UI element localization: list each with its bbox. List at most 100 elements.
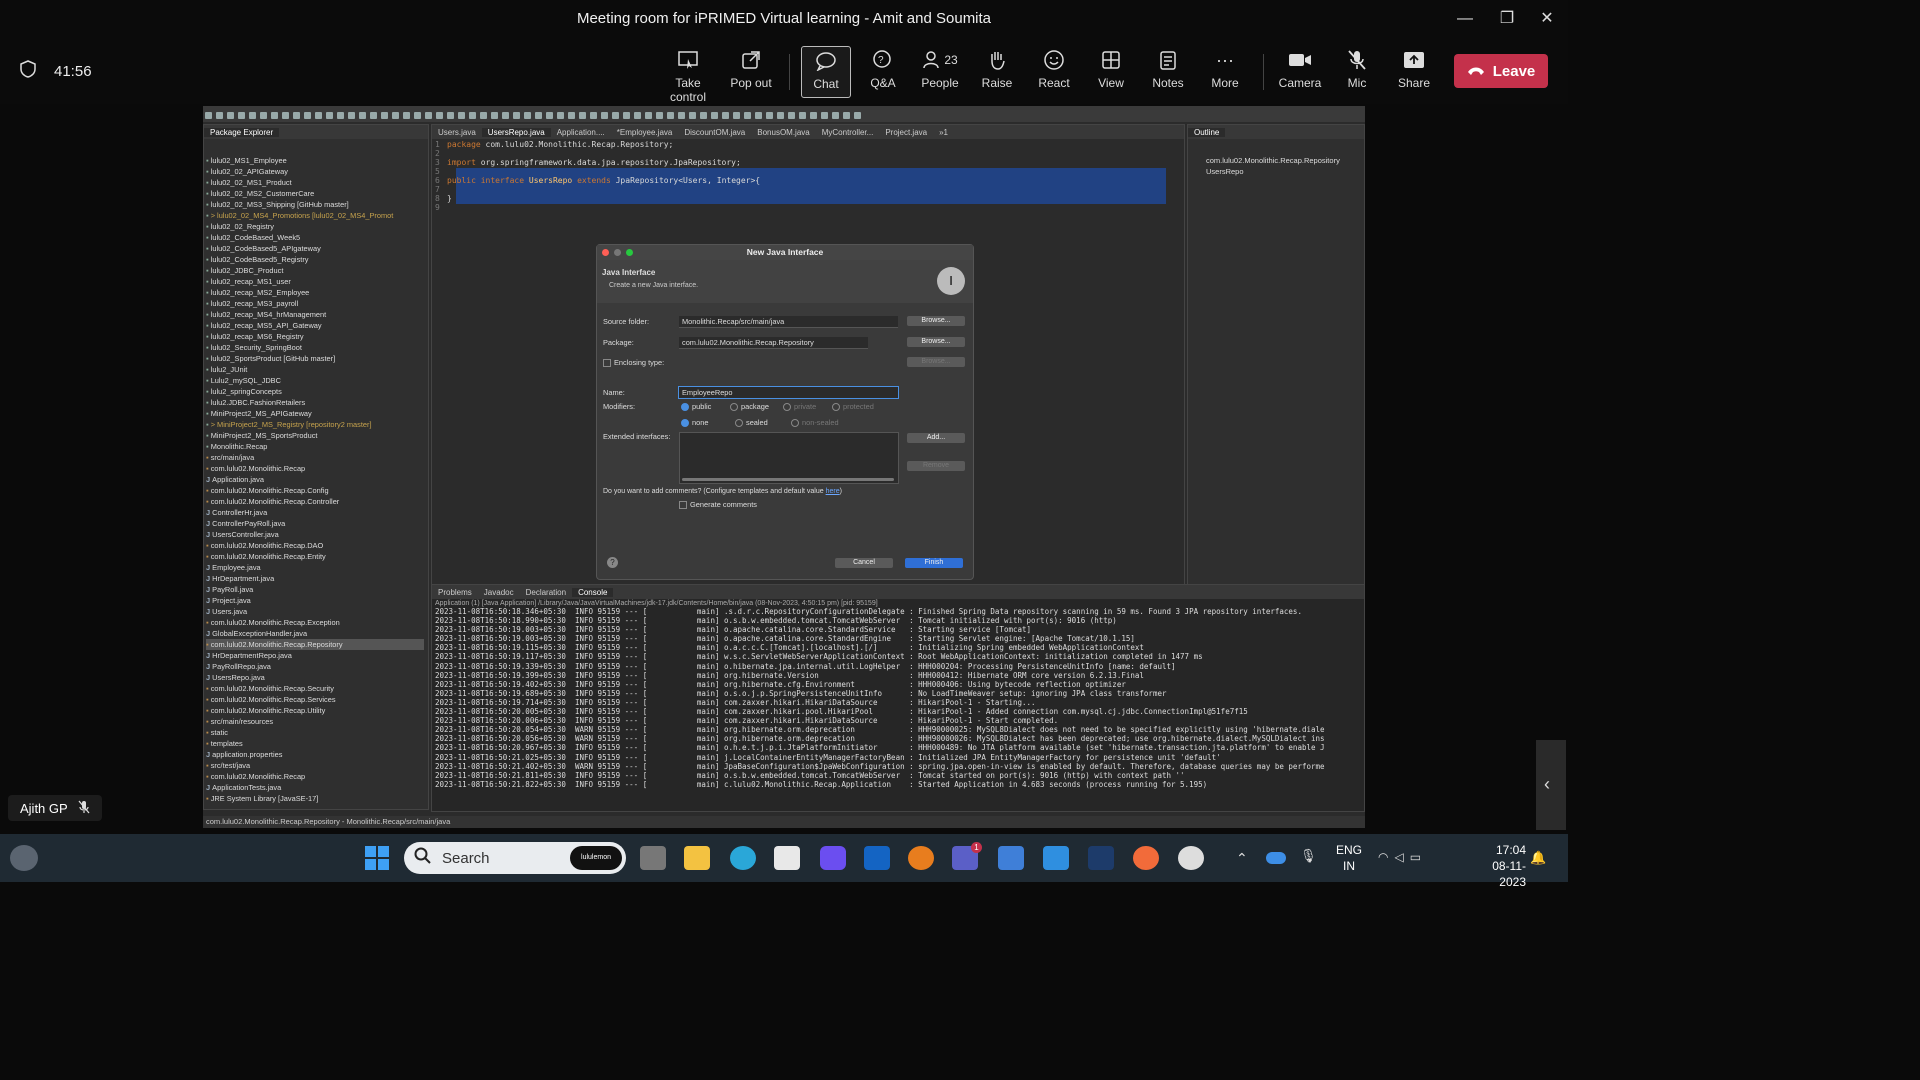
list-scrollbar[interactable] [682,478,894,481]
cancel-button[interactable]: Cancel [835,558,893,568]
weather-icon[interactable] [10,845,38,871]
tree-item[interactable]: lulu02_Security_SpringBoot [206,342,424,353]
view-button[interactable]: View [1083,46,1139,96]
tree-item[interactable]: src/test/java [206,760,424,771]
react-button[interactable]: React [1026,46,1082,96]
tree-item[interactable]: UsersController.java [206,529,424,540]
copilot-icon[interactable] [820,846,846,870]
windows-start-icon[interactable] [364,845,390,876]
qa-button[interactable]: ? Q&A [855,46,911,96]
editor-tab[interactable]: *Employee.java [611,128,679,137]
microsoft-store-icon[interactable] [774,846,800,870]
onedrive-icon[interactable] [1266,852,1286,864]
tree-item[interactable]: lulu02_02_MS2_CustomerCare [206,188,424,199]
outlook-icon[interactable] [864,846,890,870]
raise-hand-button[interactable]: Raise [969,46,1025,96]
take-control-button[interactable]: Take control [657,46,719,104]
editor-tab[interactable]: Project.java [879,128,933,137]
edge-browser-icon[interactable] [730,846,756,870]
tree-item[interactable]: Lulu2_mySQL_JDBC [206,375,424,386]
tree-item[interactable]: > lulu02_02_MS4_Promotions [lulu02_02_MS… [206,210,424,221]
dialog-zoom-button[interactable] [626,249,633,256]
editor-tab[interactable]: Users.java [432,128,482,137]
tree-item[interactable]: application.properties [206,749,424,760]
tree-item[interactable]: HrDepartment.java [206,573,424,584]
tree-item[interactable]: lulu02_recap_MS2_Employee [206,287,424,298]
dialog-minimize-button[interactable] [614,249,621,256]
tree-item[interactable]: lulu02_CodeBased5_Registry [206,254,424,265]
editor-tab[interactable]: UsersRepo.java [481,127,551,137]
tree-item[interactable]: lulu02_02_Registry [206,221,424,232]
code-line[interactable]: 9 [435,203,760,212]
tree-item[interactable]: com.lulu02.Monolithic.Recap [206,771,424,782]
close-button[interactable]: ✕ [1532,8,1562,30]
tree-item[interactable]: Monolithic.Recap [206,441,424,452]
code-line[interactable]: 3 import org.springframework.data.jpa.rep… [435,158,760,167]
modifier-sealed-radio[interactable]: sealed [735,417,768,428]
code-line[interactable]: 6 public interface UsersRepo extends JpaR… [435,176,760,185]
terminal-app-icon[interactable] [1088,846,1114,870]
tree-item[interactable]: MiniProject2_MS_SportsProduct [206,430,424,441]
modifier-private-radio[interactable]: private [783,401,816,412]
tree-item[interactable]: lulu02_recap_MS3_payroll [206,298,424,309]
console-tab[interactable]: Console [572,587,614,597]
tree-item[interactable]: Project.java [206,595,424,606]
chevron-up-icon[interactable]: ⌃ [1236,850,1248,867]
postman-icon[interactable] [1133,846,1159,870]
taskbar-clock[interactable]: 17:04 08-11-2023 [1470,842,1526,890]
language-indicator[interactable]: ENG IN [1336,842,1362,874]
tree-item[interactable]: com.lulu02.Monolithic.Recap.Utility [206,705,424,716]
teams-icon[interactable]: 1 [952,842,982,870]
tree-item[interactable]: lulu02_02_APIGateway [206,166,424,177]
modifier-package-radio[interactable]: package [730,401,769,412]
tree-item[interactable]: com.lulu02.Monolithic.Recap.Services [206,694,424,705]
tree-item[interactable]: MiniProject2_MS_APIGateway [206,408,424,419]
tree-item[interactable]: lulu02_recap_MS6_Registry [206,331,424,342]
tree-item[interactable]: PayRollRepo.java [206,661,424,672]
outline-item-usersrepo[interactable]: UsersRepo [1206,166,1340,177]
tree-item[interactable]: UsersRepo.java [206,672,424,683]
tree-item[interactable]: src/main/resources [206,716,424,727]
tree-item[interactable]: GlobalExceptionHandler.java [206,628,424,639]
tree-item[interactable]: ControllerPayRoll.java [206,518,424,529]
browse-enclosing-button[interactable]: Browse... [907,357,965,367]
tree-item[interactable]: ApplicationTests.java [206,782,424,793]
pop-out-button[interactable]: Pop out [723,46,779,96]
notepad-icon[interactable] [998,846,1024,870]
tree-item[interactable]: HrDepartmentRepo.java [206,650,424,661]
console-tab[interactable]: Declaration [520,588,572,597]
browse-source-folder-button[interactable]: Browse... [907,316,965,326]
modifier-none-radio[interactable]: none [681,417,708,428]
tree-item[interactable]: ControllerHr.java [206,507,424,518]
tree-item[interactable]: lulu02_recap_MS1_user [206,276,424,287]
camera-button[interactable]: Camera [1272,46,1328,96]
editor-tab[interactable]: »1 [933,128,954,137]
taskbar-search-box[interactable]: Search lululemon [404,842,626,874]
tree-item[interactable]: lulu02_CodeBased5_APIgateway [206,243,424,254]
chat-button[interactable]: Chat [801,46,851,98]
tree-item[interactable]: lulu02_CodeBased_Week5 [206,232,424,243]
console-tab[interactable]: Problems [432,588,478,597]
tree-item[interactable]: lulu02_recap_MS4_hrManagement [206,309,424,320]
dialog-close-button[interactable] [602,249,609,256]
tab-package-explorer[interactable]: Package Explorer [204,127,280,137]
extended-interfaces-list[interactable] [679,432,899,484]
tree-item[interactable]: lulu02_02_MS1_Product [206,177,424,188]
side-panel-toggle[interactable]: ‹ [1536,740,1566,830]
package-field[interactable]: com.lulu02.Monolithic.Recap.Repository [679,337,868,349]
finish-button[interactable]: Finish [905,558,963,568]
modifier-protected-radio[interactable]: protected [832,401,874,412]
modifier-public-radio[interactable]: public [681,401,711,412]
tree-item[interactable]: src/main/java [206,452,424,463]
tree-item[interactable]: com.lulu02.Monolithic.Recap.Exception [206,617,424,628]
editor-tab[interactable]: MyController... [816,128,880,137]
code-line[interactable]: 5 [435,167,760,176]
code-line[interactable]: 1 package com.lulu02.Monolithic.Recap.Rep… [435,140,760,149]
tree-item[interactable]: com.lulu02.Monolithic.Recap [206,463,424,474]
people-button[interactable]: 23 People [912,46,968,96]
comments-config-link[interactable]: here [826,488,840,495]
tree-item[interactable]: lulu2_springConcepts [206,386,424,397]
leave-button[interactable]: Leave [1454,54,1548,88]
eclipse-icon[interactable] [1178,846,1204,870]
outline-item-package[interactable]: com.lulu02.Monolithic.Recap.Repository [1206,155,1340,166]
